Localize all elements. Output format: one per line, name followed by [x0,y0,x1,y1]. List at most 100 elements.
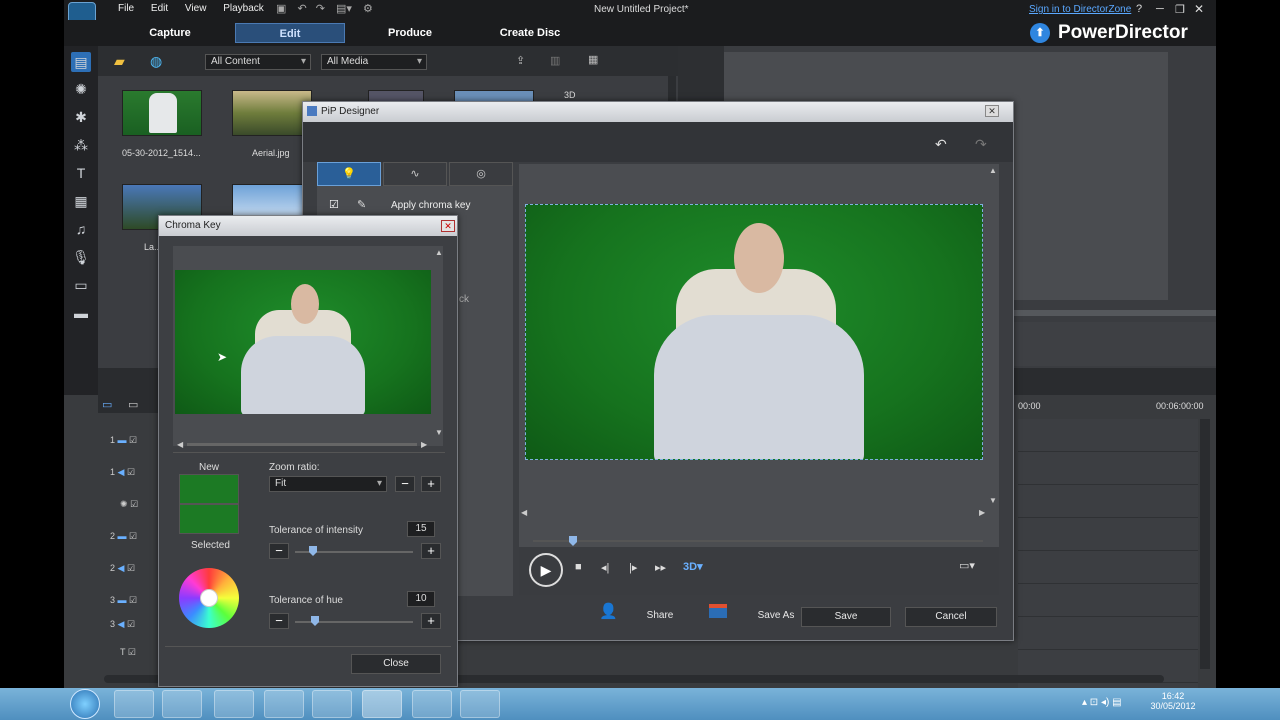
tab-produce[interactable]: Produce [370,23,450,43]
track-checkbox[interactable]: ☑ [129,595,137,605]
hscroll-left-icon[interactable]: ◀ [521,508,527,517]
zoom-out-button[interactable]: − [395,476,415,492]
fx-room-icon[interactable]: ✺ [71,79,91,99]
track-checkbox[interactable]: ☑ [127,563,135,573]
play-icon[interactable]: ▶ [529,553,563,587]
3d-toggle[interactable]: 3D▾ [683,560,703,573]
taskbar-powerdirector-icon[interactable] [362,690,402,718]
audio-room-icon[interactable]: ♫ [71,219,91,239]
menu-playback[interactable]: Playback [223,3,264,14]
preview-hscroll-track[interactable] [187,443,417,446]
taskbar-window-icon[interactable] [460,690,500,718]
save-button[interactable]: Save [801,607,891,627]
chroma-preview-video[interactable] [175,270,431,414]
tab-properties[interactable]: 💡 [317,162,381,186]
track-checkbox[interactable]: ☑ [129,435,137,445]
intensity-increase-button[interactable]: + [421,543,441,559]
share-person-icon[interactable]: 👤 [599,602,618,620]
signin-link[interactable]: Sign in to DirectorZone [1029,4,1131,15]
color-wheel-selector[interactable] [200,589,218,607]
share-button[interactable]: Share [629,607,691,627]
chroma-key-close-icon[interactable]: ✕ [441,220,455,232]
settings-gear-icon[interactable]: ⚙ [363,3,373,15]
clock[interactable]: 16:42 30/05/2012 [1150,691,1196,711]
taskbar-notepad-icon[interactable] [312,690,352,718]
display-mode-icon[interactable]: ▭▾ [959,559,975,572]
title-room-icon[interactable]: T [71,163,91,183]
taskbar-app-icon[interactable] [214,690,254,718]
voice-room-icon[interactable]: 🎙 [71,247,91,267]
maximize-icon[interactable]: ❐ [1175,3,1185,16]
import-folder-icon[interactable]: ▰ [114,53,125,70]
pip-designer-close-icon[interactable]: ✕ [985,105,999,117]
tab-motion[interactable]: ∿ [383,162,447,186]
zoom-ratio-dropdown[interactable]: Fit [269,476,387,492]
menu-edit[interactable]: Edit [151,3,168,14]
tray-icons[interactable]: ▴ ⊡ ◂) ▤ [1082,697,1122,708]
pip-video-object[interactable] [525,204,983,460]
stop-icon[interactable]: ■ [575,561,582,573]
fast-forward-icon[interactable]: ▸▸ [655,561,666,574]
vscroll-down-icon[interactable]: ▼ [435,428,443,437]
menu-file[interactable]: File [118,3,134,14]
pip-playback-scrubber[interactable] [533,540,983,542]
track-checkbox[interactable]: ☑ [128,647,136,657]
hue-slider-knob[interactable] [311,616,319,626]
redo-icon[interactable]: ↷ [975,136,987,153]
hscroll-right-icon[interactable]: ▶ [421,440,427,449]
media-filter-dropdown[interactable]: All Media [321,54,427,70]
track-view-icon-2[interactable]: ▭ [128,398,138,411]
eyedropper-icon[interactable]: ✎ [357,198,366,211]
intensity-slider-knob[interactable] [309,546,317,556]
color-wheel[interactable] [179,568,239,628]
tolerance-intensity-value[interactable]: 15 [407,521,435,537]
timeline-scrollbar[interactable] [1200,419,1210,669]
scrubber-knob[interactable] [569,536,577,546]
chroma-close-button[interactable]: Close [351,654,441,674]
taskbar-film-icon[interactable] [412,690,452,718]
hscroll-left-icon[interactable]: ◀ [177,440,183,449]
save-icon[interactable]: ▣ [276,3,286,15]
grid-view-icon[interactable]: ▦ [588,53,598,66]
prev-frame-icon[interactable]: ◂| [601,561,609,574]
chapter-room-icon[interactable]: ▭ [71,275,91,295]
taskbar-paint-icon[interactable] [264,690,304,718]
hscroll-right-icon[interactable]: ▶ [979,508,985,517]
tab-create-disc[interactable]: Create Disc [490,23,570,43]
vscroll-up-icon[interactable]: ▲ [435,248,443,257]
media-room-icon[interactable]: ▤ [71,52,91,72]
track-view-icon[interactable]: ▭ [102,398,112,411]
taskbar-media-icon[interactable] [162,690,202,718]
menu-view[interactable]: View [185,3,207,14]
minimize-icon[interactable]: ─ [1156,3,1164,15]
tab-capture[interactable]: Capture [130,23,210,43]
content-filter-dropdown[interactable]: All Content [205,54,311,70]
help-icon[interactable]: ? [1136,3,1142,15]
pip-room-icon[interactable]: ✱ [71,107,91,127]
start-button[interactable] [70,689,100,719]
media-thumb-video[interactable] [122,90,202,136]
undo-icon[interactable]: ↶ [935,136,947,153]
taskbar-explorer-icon[interactable] [114,690,154,718]
subtitle-room-icon[interactable]: ▬ [71,303,91,323]
track-checkbox[interactable]: ☑ [130,499,138,509]
redo-icon[interactable]: ↷ [316,3,325,15]
transition-room-icon[interactable]: ▦ [71,191,91,211]
hue-increase-button[interactable]: + [421,613,441,629]
intensity-decrease-button[interactable]: − [269,543,289,559]
next-frame-icon[interactable]: |▸ [629,561,637,574]
vscroll-down-icon[interactable]: ▼ [989,496,997,505]
download-globe-icon[interactable]: ◍ [150,53,162,70]
media-thumb-aerial[interactable] [232,90,312,136]
hue-decrease-button[interactable]: − [269,613,289,629]
particle-room-icon[interactable]: ⁂ [71,135,91,155]
zoom-in-button[interactable]: + [421,476,441,492]
tab-edit[interactable]: Edit [235,23,345,43]
tolerance-hue-value[interactable]: 10 [407,591,435,607]
vscroll-up-icon[interactable]: ▲ [989,166,997,175]
close-icon[interactable]: ✕ [1194,2,1204,16]
undo-icon[interactable]: ↶ [297,3,306,15]
cancel-button[interactable]: Cancel [905,607,997,627]
timeline-tracks[interactable] [1018,419,1198,688]
library-action-icon[interactable]: ⇪ [516,54,525,67]
